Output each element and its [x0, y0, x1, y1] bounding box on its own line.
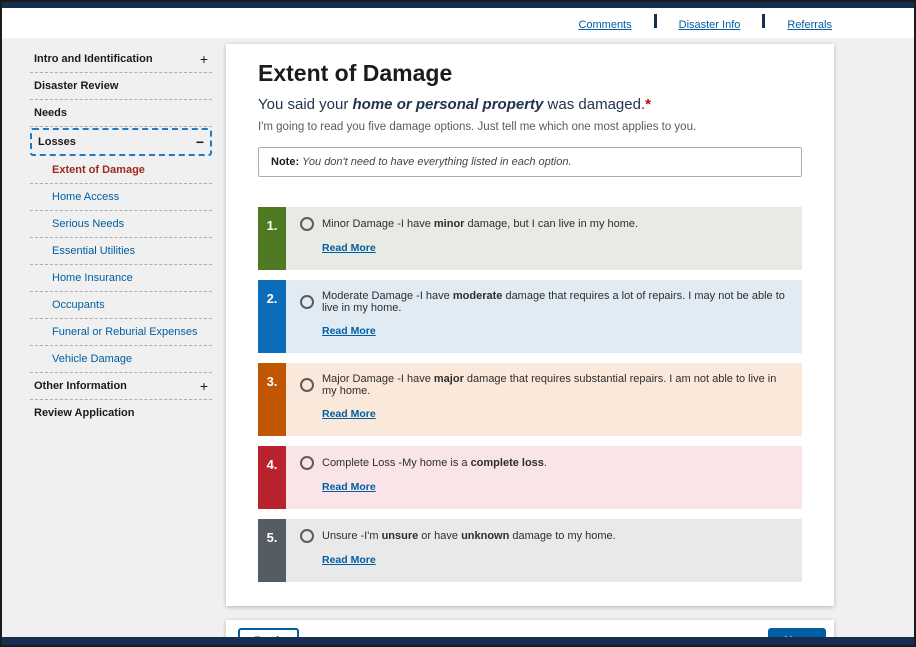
sidebar-item-intro-and-identification[interactable]: Intro and Identification + — [30, 46, 212, 73]
header-link-separator — [654, 14, 657, 28]
read-more-link[interactable]: Read More — [322, 325, 376, 337]
sidebar-item-label: Extent of Damage — [52, 164, 145, 176]
option-text: Moderate Damage -I have moderate damage … — [322, 290, 788, 314]
sidebar-item-home-access[interactable]: Home Access — [30, 184, 212, 211]
damage-option-4: 4. Complete Loss -My home is a complete l… — [258, 446, 802, 509]
option-text: Complete Loss -My home is a complete los… — [322, 457, 547, 469]
header-links: Comments Disaster Info Referrals — [578, 14, 832, 33]
app-window: Comments Disaster Info Referrals Intro and… — [0, 0, 916, 647]
sidebar-item-serious-needs[interactable]: Serious Needs — [30, 211, 212, 238]
option-panel: Minor Damage -I have minor damage, but I… — [286, 207, 802, 270]
bottom-navy-bar — [2, 637, 914, 645]
content-card: Extent of Damage You said your home or p… — [226, 44, 834, 606]
sidebar-item-essential-utilities[interactable]: Essential Utilities — [30, 238, 212, 265]
damage-option-2: 2. Moderate Damage -I have moderate damag… — [258, 280, 802, 353]
page-title: Extent of Damage — [258, 60, 802, 87]
sidebar-item-label: Disaster Review — [34, 80, 118, 92]
expand-icon[interactable]: + — [200, 381, 208, 391]
expand-icon[interactable]: + — [200, 54, 208, 64]
sidebar-item-label: Funeral or Reburial Expenses — [52, 326, 198, 338]
option-label-row: Complete Loss -My home is a complete los… — [300, 456, 788, 470]
sidebar-item-label: Vehicle Damage — [52, 353, 132, 365]
note-box: Note: You don't need to have everything … — [258, 147, 802, 177]
option-number: 5. — [258, 519, 286, 582]
damage-option-1: 1. Minor Damage -I have minor damage, but… — [258, 207, 802, 270]
radio-button[interactable] — [300, 217, 314, 231]
sidebar-item-needs[interactable]: Needs — [30, 100, 212, 127]
header-link-comments[interactable]: Comments — [578, 19, 631, 31]
read-more-link[interactable]: Read More — [322, 408, 376, 420]
radio-button[interactable] — [300, 295, 314, 309]
next-button[interactable]: Next — [768, 628, 826, 637]
option-label-row: Moderate Damage -I have moderate damage … — [300, 290, 788, 314]
footer-bar: Back Next — [226, 620, 834, 637]
sidebar-item-disaster-review[interactable]: Disaster Review — [30, 73, 212, 100]
question-prefix: You said your — [258, 96, 353, 113]
read-more-link[interactable]: Read More — [322, 554, 376, 566]
question-suffix: was damaged. — [543, 96, 645, 113]
sidebar-item-label: Serious Needs — [52, 218, 124, 230]
option-label-row: Major Damage -I have major damage that r… — [300, 373, 788, 397]
collapse-icon[interactable]: − — [196, 137, 204, 147]
option-panel: Complete Loss -My home is a complete los… — [286, 446, 802, 509]
instruction-text: I'm going to read you five damage option… — [258, 121, 802, 133]
sidebar-item-label: Review Application — [34, 407, 134, 419]
sidebar-item-label: Occupants — [52, 299, 105, 311]
sidebar-item-label: Other Information — [34, 380, 127, 392]
sidebar-item-label: Intro and Identification — [34, 53, 153, 65]
header-link-referrals[interactable]: Referrals — [787, 19, 832, 31]
option-text: Major Damage -I have major damage that r… — [322, 373, 788, 397]
sidebar-item-other-information[interactable]: Other Information + — [30, 373, 212, 400]
radio-button[interactable] — [300, 378, 314, 392]
damage-option-5: 5. Unsure -I'm unsure or have unknown dam… — [258, 519, 802, 582]
option-number: 4. — [258, 446, 286, 509]
option-text: Unsure -I'm unsure or have unknown damag… — [322, 530, 616, 542]
back-button[interactable]: Back — [238, 628, 299, 637]
note-label: Note: — [271, 156, 299, 168]
question-text: You said your home or personal property … — [258, 96, 802, 113]
sidebar-item-label: Losses — [38, 136, 76, 148]
sidebar-item-extent-of-damage[interactable]: Extent of Damage — [30, 157, 212, 184]
radio-button[interactable] — [300, 529, 314, 543]
sidebar: Intro and Identification + Disaster Review… — [30, 44, 212, 637]
header-link-disaster-info[interactable]: Disaster Info — [679, 19, 741, 31]
page-body: Intro and Identification + Disaster Review… — [2, 38, 914, 637]
header-link-separator — [762, 14, 765, 28]
option-text: Minor Damage -I have minor damage, but I… — [322, 218, 638, 230]
required-asterisk: * — [645, 96, 651, 113]
sidebar-item-label: Essential Utilities — [52, 245, 135, 257]
sidebar-item-losses[interactable]: Losses − — [30, 128, 212, 156]
sidebar-item-home-insurance[interactable]: Home Insurance — [30, 265, 212, 292]
option-number: 2. — [258, 280, 286, 353]
sidebar-item-label: Needs — [34, 107, 67, 119]
main-content: Extent of Damage You said your home or p… — [226, 44, 834, 637]
sidebar-item-review-application[interactable]: Review Application — [30, 400, 212, 426]
sidebar-item-label: Home Insurance — [52, 272, 133, 284]
sidebar-item-label: Home Access — [52, 191, 119, 203]
option-panel: Major Damage -I have major damage that r… — [286, 363, 802, 436]
header: Comments Disaster Info Referrals — [2, 8, 914, 38]
option-number: 3. — [258, 363, 286, 436]
damage-option-3: 3. Major Damage -I have major damage that… — [258, 363, 802, 436]
radio-button[interactable] — [300, 456, 314, 470]
option-panel: Moderate Damage -I have moderate damage … — [286, 280, 802, 353]
sidebar-item-vehicle-damage[interactable]: Vehicle Damage — [30, 346, 212, 373]
sidebar-item-funeral-or-reburial-expenses[interactable]: Funeral or Reburial Expenses — [30, 319, 212, 346]
note-text: You don't need to have everything listed… — [302, 156, 571, 168]
question-emphasis: home or personal property — [353, 96, 544, 113]
options-list: 1. Minor Damage -I have minor damage, but… — [258, 207, 802, 582]
sidebar-item-occupants[interactable]: Occupants — [30, 292, 212, 319]
option-number: 1. — [258, 207, 286, 270]
read-more-link[interactable]: Read More — [322, 481, 376, 493]
option-label-row: Minor Damage -I have minor damage, but I… — [300, 217, 788, 231]
option-panel: Unsure -I'm unsure or have unknown damag… — [286, 519, 802, 582]
option-label-row: Unsure -I'm unsure or have unknown damag… — [300, 529, 788, 543]
read-more-link[interactable]: Read More — [322, 242, 376, 254]
